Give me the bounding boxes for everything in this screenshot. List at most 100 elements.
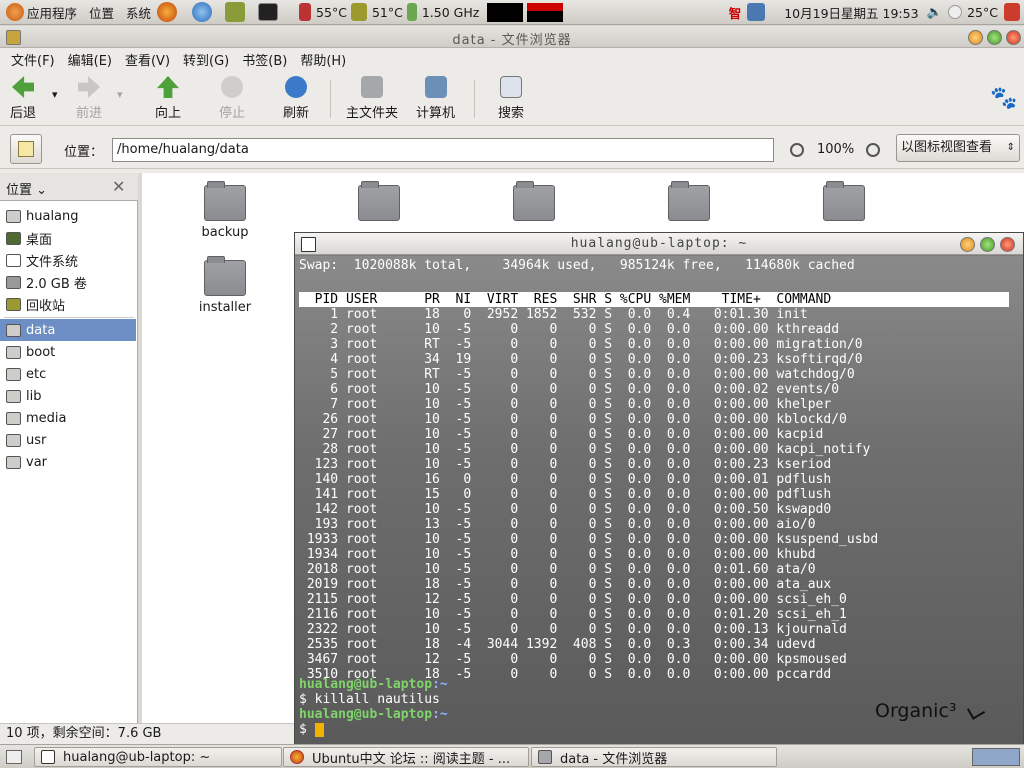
sidebar-item-media[interactable]: media <box>0 407 136 429</box>
terminal-window[interactable]: hualang@ub-laptop: ~ Swap: 1020088k tota… <box>294 232 1024 744</box>
firefox-launcher-icon[interactable] <box>157 2 178 22</box>
menu-go[interactable]: 转到(G) <box>183 50 229 69</box>
minimize-button[interactable] <box>968 30 983 45</box>
menu-file[interactable]: 文件(F) <box>11 50 55 69</box>
close-sidebar-icon[interactable]: ✕ <box>112 177 125 196</box>
sidebar: 位置 ⌄ ✕ hualang 桌面 文件系统 2.0 GB 卷 回收站 data… <box>0 173 138 723</box>
refresh-button[interactable]: 刷新 <box>283 76 309 121</box>
zoom-level[interactable]: 100% <box>817 142 854 157</box>
sidebar-item-lib[interactable]: lib <box>0 385 136 407</box>
prompt-line: hualang@ub-laptop:~ <box>299 707 448 722</box>
menu-view[interactable]: 查看(V) <box>125 50 170 69</box>
show-desktop-icon[interactable] <box>6 750 22 764</box>
shutdown-icon[interactable] <box>1004 3 1020 21</box>
sidebar-item-filesystem[interactable]: 文件系统 <box>0 249 136 271</box>
applications-menu[interactable]: 应用程序 <box>6 3 77 22</box>
workspace-switcher[interactable] <box>972 748 1020 766</box>
zoom-in-icon[interactable] <box>866 143 880 157</box>
back-button[interactable]: 后退 <box>10 76 36 121</box>
cpu-freq-icon <box>406 3 417 21</box>
stop-button[interactable]: 停止 <box>219 76 245 121</box>
sidebar-item-data[interactable]: data <box>0 319 136 341</box>
chevron-down-icon: ⌄ <box>36 183 48 198</box>
home-folder-button[interactable]: 主文件夹 <box>346 76 398 121</box>
sidebar-item-etc[interactable]: etc <box>0 363 136 385</box>
sidebar-item-trash[interactable]: 回收站 <box>0 293 136 315</box>
network-launcher-icon[interactable] <box>192 2 213 22</box>
volume-icon[interactable]: 🔈 <box>927 4 943 20</box>
weather-icon <box>948 5 963 19</box>
folder-icon <box>358 181 400 221</box>
back-arrow-icon <box>12 76 34 98</box>
terminal-launcher-icon[interactable] <box>258 3 279 21</box>
sidebar-item-desktop[interactable]: 桌面 <box>0 227 136 249</box>
window-title-bar[interactable]: data - 文件浏览器 <box>0 26 1024 48</box>
maximize-button[interactable] <box>987 30 1002 45</box>
minimize-button[interactable] <box>960 237 975 252</box>
process-row: 193 root 13 -5 0 0 0 S 0.0 0.0 0:00.00 a… <box>299 517 816 532</box>
forward-button[interactable]: 前进 <box>76 76 102 121</box>
menu-help[interactable]: 帮助(H) <box>300 50 346 69</box>
clock[interactable]: 10月19日星期五 19:53 <box>784 3 918 22</box>
forward-history-chevron-icon[interactable]: ▾ <box>117 88 123 101</box>
maximize-button[interactable] <box>980 237 995 252</box>
task-terminal[interactable]: hualang@ub-laptop: ~ <box>34 747 282 767</box>
sidebar-item-usr[interactable]: usr <box>0 429 136 451</box>
cpu-temp-1: 55°C <box>316 4 347 20</box>
process-row: 142 root 10 -5 0 0 0 S 0.0 0.0 0:00.50 k… <box>299 502 832 517</box>
updown-chevron-icon: ⇕ <box>1006 142 1015 153</box>
places-menu[interactable]: 位置 <box>89 3 114 22</box>
location-input[interactable]: /home/hualang/data <box>112 138 774 162</box>
process-row: 123 root 10 -5 0 0 0 S 0.0 0.0 0:00.23 k… <box>299 457 832 472</box>
sidebar-item-boot[interactable]: boot <box>0 341 136 363</box>
close-button[interactable] <box>1006 30 1021 45</box>
back-history-chevron-icon[interactable]: ▾ <box>52 88 58 101</box>
memory-monitor-graph[interactable] <box>527 2 564 22</box>
process-row: 2116 root 10 -5 0 0 0 S 0.0 0.0 0:01.20 … <box>299 607 847 622</box>
folder-icon <box>668 181 710 221</box>
network-status-icon[interactable] <box>747 3 766 21</box>
dictionary-launcher-icon[interactable] <box>225 2 246 22</box>
sidebar-item-var[interactable]: var <box>0 451 136 473</box>
up-button[interactable]: 向上 <box>155 76 181 121</box>
terminal-title: hualang@ub-laptop: ~ <box>570 236 748 251</box>
top-panel: 应用程序 位置 系统 55°C 51°C 1.50 GHz 智 10月19日星期… <box>0 0 1024 25</box>
sidebar-mode-select[interactable]: 位置 ⌄ <box>6 179 47 198</box>
sidebar-item-volume[interactable]: 2.0 GB 卷 <box>0 271 136 293</box>
process-row: 5 root RT -5 0 0 0 S 0.0 0.0 0:00.00 wat… <box>299 367 855 382</box>
terminal-title-bar[interactable]: hualang@ub-laptop: ~ <box>295 233 1023 255</box>
weather-temp[interactable]: 25°C <box>967 5 998 20</box>
process-row: 1933 root 10 -5 0 0 0 S 0.0 0.0 0:00.00 … <box>299 532 879 547</box>
process-row: 2535 root 18 -4 3044 1392 408 S 0.0 0.3 … <box>299 637 816 652</box>
input-method-indicator[interactable]: 智 <box>729 3 742 22</box>
folder-icon <box>538 750 552 764</box>
menu-edit[interactable]: 编辑(E) <box>68 50 112 69</box>
folder-icon <box>513 181 555 221</box>
text-cursor <box>314 722 324 737</box>
cpu-monitor-graph[interactable] <box>487 2 524 22</box>
view-mode-select[interactable]: 以图标视图查看 ⇕ <box>896 134 1020 162</box>
sidebar-item-home[interactable]: hualang <box>0 205 136 227</box>
system-menu[interactable]: 系统 <box>126 3 151 22</box>
process-row: 141 root 15 0 0 0 0 S 0.0 0.0 0:00.00 pd… <box>299 487 832 502</box>
close-button[interactable] <box>1000 237 1015 252</box>
menu-bookmarks[interactable]: 书签(B) <box>242 50 287 69</box>
leaf-icon <box>966 702 985 720</box>
process-row: 2322 root 10 -5 0 0 0 S 0.0 0.0 0:00.13 … <box>299 622 847 637</box>
toolbar: 后退 ▾ 前进 ▾ 向上 停止 刷新 主文件夹 计算机 搜索 🐾 <box>0 72 1024 126</box>
chip-icon <box>350 3 367 21</box>
process-row: 140 root 16 0 0 0 0 S 0.0 0.0 0:00.01 pd… <box>299 472 832 487</box>
sidebar-divider <box>4 317 134 318</box>
computer-button[interactable]: 计算机 <box>416 76 455 121</box>
home-folder-icon <box>361 76 383 98</box>
active-prompt[interactable]: $ <box>299 722 324 737</box>
search-button[interactable]: 搜索 <box>498 76 524 121</box>
terminal-body[interactable]: Swap: 1020088k total, 34964k used, 98512… <box>295 256 1023 744</box>
zoom-out-icon[interactable] <box>790 143 804 157</box>
location-bar: 位置： /home/hualang/data 100% 以图标视图查看 ⇕ <box>0 129 1024 169</box>
folder-icon <box>6 455 21 469</box>
task-file-browser[interactable]: data - 文件浏览器 <box>531 747 777 767</box>
folder-icon <box>6 411 21 425</box>
toolbar-separator <box>330 80 331 118</box>
task-firefox[interactable]: Ubuntu中文 论坛 :: 阅读主题 - ... <box>283 747 529 767</box>
